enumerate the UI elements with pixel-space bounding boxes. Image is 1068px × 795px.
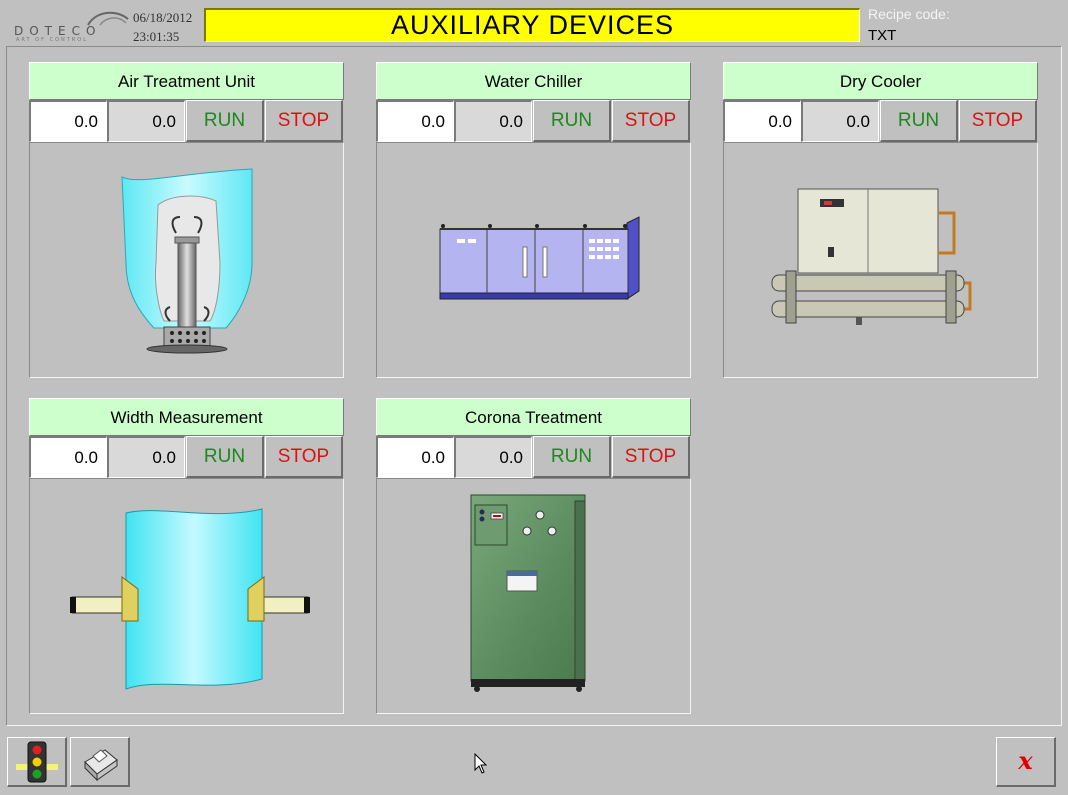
stop-button[interactable]: STOP [265,100,343,142]
panel-title: Corona Treatment [376,398,691,436]
run-button[interactable]: RUN [880,100,958,142]
value-field-2: 0.0 [454,436,532,478]
control-row: 0.0 0.0 RUN STOP [376,436,691,478]
value-field-2: 0.0 [107,100,185,142]
datetime-display: 06/18/2012 23:01:35 [133,8,192,46]
run-button[interactable]: RUN [533,436,611,478]
device-image-box[interactable] [376,142,691,378]
panel-title: Width Measurement [29,398,344,436]
run-button[interactable]: RUN [186,100,264,142]
value-field-2: 0.0 [801,100,879,142]
stop-button[interactable]: STOP [265,436,343,478]
panel-corona-treatment: Corona Treatment 0.0 0.0 RUN STOP [376,398,691,714]
doteco-logo: DOTECO ART OF CONTROL [10,7,129,43]
stop-button[interactable]: STOP [612,100,690,142]
run-button[interactable]: RUN [186,436,264,478]
recipe-code-label: Recipe code: [868,6,950,22]
control-row: 0.0 0.0 RUN STOP [376,100,691,142]
value-field-1[interactable]: 0.0 [29,100,107,142]
page-title: AUXILIARY DEVICES [204,8,860,42]
panel-air-treatment-unit: Air Treatment Unit 0.0 0.0 RUN STOP [29,62,344,378]
traffic-light-button[interactable] [7,737,67,787]
dry-cooler-icon [771,188,972,325]
panel-water-chiller: Water Chiller 0.0 0.0 RUN STOP [376,62,691,378]
panel-width-measurement: Width Measurement 0.0 0.0 RUN STOP [29,398,344,714]
panel-title: Water Chiller [376,62,691,100]
date-text: 06/18/2012 [133,10,193,25]
control-row: 0.0 0.0 RUN STOP [29,436,344,478]
width-measurement-icon [70,508,310,690]
value-field-2: 0.0 [107,436,185,478]
panel-title: Air Treatment Unit [29,62,344,100]
printer-icon [84,749,118,782]
device-image-box[interactable] [29,478,344,714]
traffic-light-icon [16,741,58,783]
control-row: 0.0 0.0 RUN STOP [29,100,344,142]
water-chiller-icon [439,216,640,300]
device-image-box[interactable] [723,142,1038,378]
recipe-code-value: TXT [868,27,897,44]
device-image-box[interactable] [29,142,344,378]
panel-title: Dry Cooler [723,62,1038,100]
close-button[interactable]: x [996,737,1056,787]
time-text: 23:01:35 [133,29,180,44]
logo-text: DOTECO [14,24,102,38]
panel-dry-cooler: Dry Cooler 0.0 0.0 RUN STOP [723,62,1038,378]
mouse-cursor-icon [474,753,488,774]
run-button[interactable]: RUN [533,100,611,142]
air-treatment-unit-icon [121,168,253,354]
stop-button[interactable]: STOP [612,436,690,478]
corona-treatment-icon [470,494,586,692]
device-image-box[interactable] [376,478,691,714]
value-field-1[interactable]: 0.0 [376,100,454,142]
value-field-2: 0.0 [454,100,532,142]
logo-tagline: ART OF CONTROL [16,37,88,43]
value-field-1[interactable]: 0.0 [29,436,107,478]
stop-button[interactable]: STOP [959,100,1037,142]
value-field-1[interactable]: 0.0 [723,100,801,142]
control-row: 0.0 0.0 RUN STOP [723,100,1038,142]
value-field-1[interactable]: 0.0 [376,436,454,478]
print-button[interactable] [70,737,130,787]
close-icon: x [1018,746,1033,775]
